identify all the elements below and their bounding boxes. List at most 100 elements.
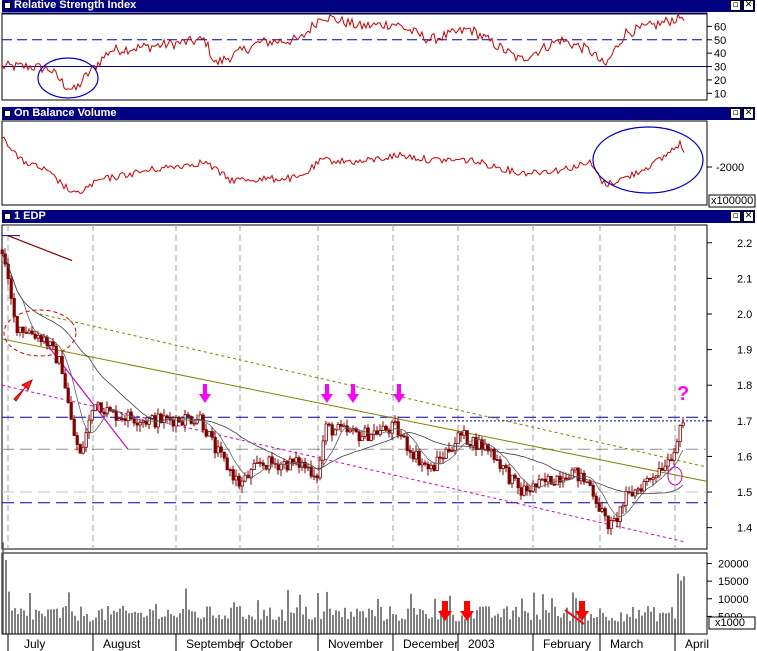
candle-body <box>135 422 139 426</box>
candle-body <box>228 469 232 472</box>
candle-body <box>594 495 598 504</box>
candle-body <box>63 373 67 389</box>
candle-body <box>375 430 379 436</box>
month-label: August <box>103 637 141 651</box>
candle-body <box>129 411 133 420</box>
candle-body <box>162 415 166 423</box>
candle-body <box>111 410 115 413</box>
volume-multiplier: x1000 <box>715 617 745 629</box>
price-tick-label: 2.0 <box>737 309 752 321</box>
candle-body <box>78 444 82 454</box>
candle-body <box>312 475 316 478</box>
candle-body <box>288 458 292 471</box>
candle-body <box>90 410 94 421</box>
price-tick-label: 1.4 <box>737 523 752 535</box>
candle-body <box>597 503 601 512</box>
candle-body <box>453 443 457 451</box>
candle-body <box>672 452 676 461</box>
candle-body <box>339 424 343 427</box>
candle-body <box>600 508 604 512</box>
rsi-title-bar[interactable]: Relative Strength Index <box>2 0 755 12</box>
candle-body <box>423 462 427 465</box>
candle-body <box>123 418 127 422</box>
obv-restore-button[interactable]: ▫ <box>730 108 741 119</box>
candle-body <box>276 463 280 471</box>
candle-body <box>39 335 43 343</box>
candle-body <box>144 420 148 425</box>
candle-body <box>147 418 151 425</box>
price-tick-label: 2.1 <box>737 273 752 285</box>
candle-body <box>615 518 619 522</box>
candle-body <box>261 462 265 466</box>
candle-body <box>531 483 535 492</box>
candle-body <box>222 451 226 459</box>
candle-body <box>210 431 214 438</box>
panel-icon <box>4 110 11 117</box>
price-tick-label: 1.5 <box>737 487 752 499</box>
candle-body <box>51 341 55 347</box>
price-title: 1 EDP <box>14 210 46 222</box>
candle-body <box>336 424 340 431</box>
candle-body <box>420 462 424 466</box>
candle-body <box>234 475 238 481</box>
candle-body <box>60 356 64 375</box>
candle-body <box>414 450 418 460</box>
obv-close-button[interactable]: ✕ <box>743 108 754 119</box>
candle-body <box>468 443 472 447</box>
candle-body <box>510 474 514 484</box>
obv-title-bar[interactable]: On Balance Volume <box>2 107 755 120</box>
candle-body <box>315 475 319 479</box>
candle-body <box>12 298 16 317</box>
candle-body <box>408 450 412 453</box>
candle-body <box>579 472 583 482</box>
candle-body <box>675 441 679 453</box>
volume-tick-label: 10000 <box>718 594 749 606</box>
candle-body <box>138 422 142 426</box>
candle-body <box>15 315 19 334</box>
candle-body <box>444 448 448 459</box>
candle-body <box>645 478 649 483</box>
candle-body <box>21 326 25 333</box>
candle-body <box>345 425 349 433</box>
candle-body <box>381 425 385 431</box>
obv-title: On Balance Volume <box>14 107 117 119</box>
candle-body <box>462 430 466 436</box>
price-close-button[interactable]: ✕ <box>743 211 754 222</box>
candle-body <box>669 459 673 462</box>
candle-body <box>204 429 208 437</box>
obv-multiplier: x100000 <box>711 195 753 207</box>
rsi-restore-button[interactable]: ▫ <box>730 0 741 11</box>
candle-body <box>459 432 463 436</box>
candle-body <box>81 446 85 454</box>
rsi-close-button[interactable]: ✕ <box>743 0 754 11</box>
candle-body <box>24 331 28 334</box>
candle-body <box>180 421 184 426</box>
candle-body <box>219 446 223 453</box>
price-restore-button[interactable]: ▫ <box>730 211 741 222</box>
candle-body <box>543 478 547 483</box>
candle-body <box>552 483 556 486</box>
candle-body <box>165 415 169 418</box>
candle-body <box>33 333 37 339</box>
candle-body <box>360 435 364 442</box>
candle-body <box>396 421 400 436</box>
candle-body <box>639 488 643 492</box>
candle-body <box>438 456 442 459</box>
candle-body <box>576 467 580 482</box>
candle-body <box>213 436 217 454</box>
candle-body <box>0 249 4 255</box>
candle-body <box>390 421 394 434</box>
candle-body <box>75 435 79 445</box>
candle-body <box>492 448 496 460</box>
candle-body <box>141 420 145 423</box>
candle-body <box>189 416 193 424</box>
candle-body <box>402 435 406 438</box>
candle-body <box>501 465 505 470</box>
price-title-bar[interactable]: 1 EDP <box>2 210 755 223</box>
candle-body <box>636 488 640 491</box>
candle-body <box>330 424 334 436</box>
candle-body <box>72 418 76 436</box>
candle-body <box>498 459 502 470</box>
candle-body <box>642 481 646 492</box>
month-label: September <box>186 637 245 651</box>
